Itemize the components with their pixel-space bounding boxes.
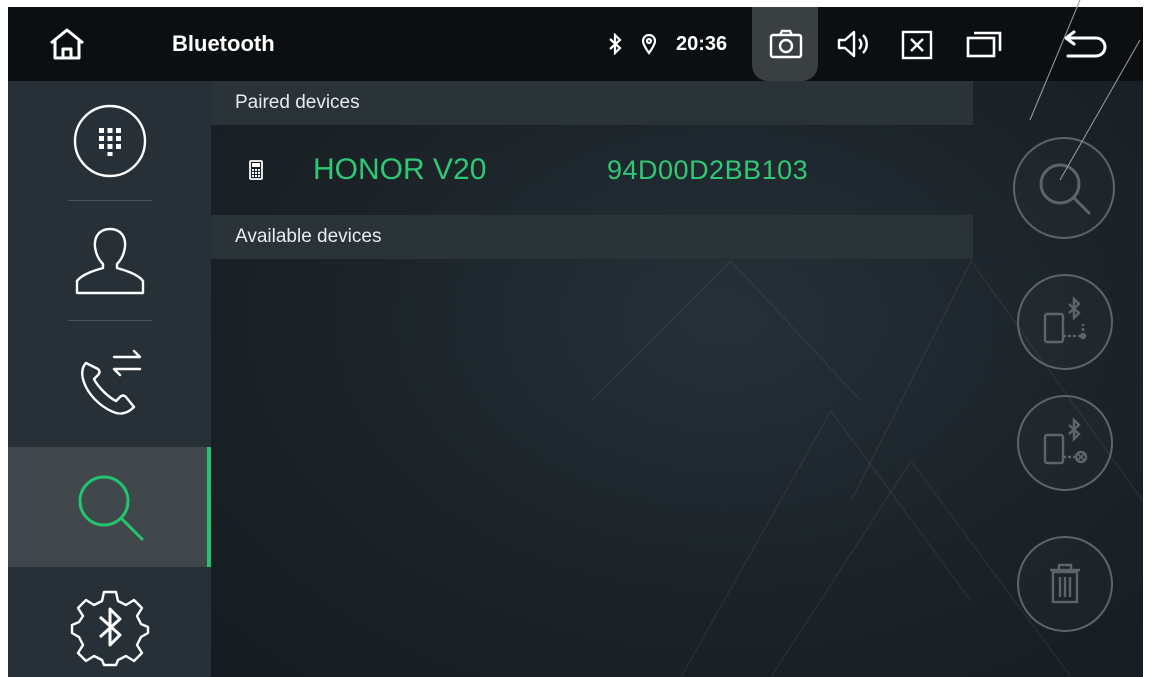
location-icon (640, 32, 658, 56)
top-bar: Bluetooth 20:36 (8, 7, 1143, 81)
device-list-panel: Paired devices HONOR V20 94D00D2BB103 Av… (211, 81, 1143, 677)
sidebar-item-search-devices[interactable] (8, 447, 211, 567)
contacts-icon (75, 227, 144, 295)
search-devices-icon (78, 475, 143, 541)
dialpad-icon (73, 104, 146, 178)
call-log-icon (80, 349, 141, 415)
back-icon (1064, 30, 1107, 58)
sidebar (8, 81, 211, 677)
disconnect-device-button[interactable] (1017, 395, 1113, 491)
bluetooth-settings-icon (70, 590, 149, 667)
recent-apps-button[interactable] (965, 28, 1003, 60)
sidebar-item-call-log[interactable] (8, 321, 211, 441)
screenshot-button[interactable] (752, 7, 818, 81)
close-app-button[interactable] (900, 29, 934, 61)
device-address: 94D00D2BB103 (607, 154, 809, 185)
bluetooth-status-icon (607, 33, 623, 55)
connect-device-icon (1043, 296, 1087, 344)
disconnect-device-icon (1043, 417, 1088, 465)
close-app-icon (901, 30, 933, 60)
sidebar-item-dialpad[interactable] (8, 81, 211, 201)
clock: 20:36 (676, 32, 728, 55)
available-devices-header: Available devices (211, 215, 973, 259)
phone-icon (249, 160, 263, 180)
volume-icon (837, 30, 868, 58)
home-icon (50, 28, 84, 60)
page-title: Bluetooth (172, 31, 275, 56)
volume-button[interactable] (836, 28, 872, 60)
recent-apps-icon (966, 31, 1002, 58)
delete-icon (1050, 563, 1080, 604)
sidebar-item-contacts[interactable] (8, 201, 211, 321)
delete-button[interactable] (1017, 536, 1113, 632)
home-button[interactable] (44, 24, 90, 64)
connect-device-button[interactable] (1017, 274, 1113, 370)
search-icon (1039, 163, 1091, 215)
back-button[interactable] (1061, 27, 1111, 61)
paired-device-row[interactable]: HONOR V20 94D00D2BB103 (211, 125, 973, 215)
bluetooth-screen: Bluetooth 20:36 Paired devices HONOR V20… (8, 7, 1143, 677)
search-button[interactable] (1013, 137, 1115, 239)
device-name: HONOR V20 (313, 153, 487, 186)
camera-icon (769, 29, 803, 59)
sidebar-item-bluetooth-settings[interactable] (8, 567, 211, 677)
paired-devices-header: Paired devices (211, 81, 973, 125)
